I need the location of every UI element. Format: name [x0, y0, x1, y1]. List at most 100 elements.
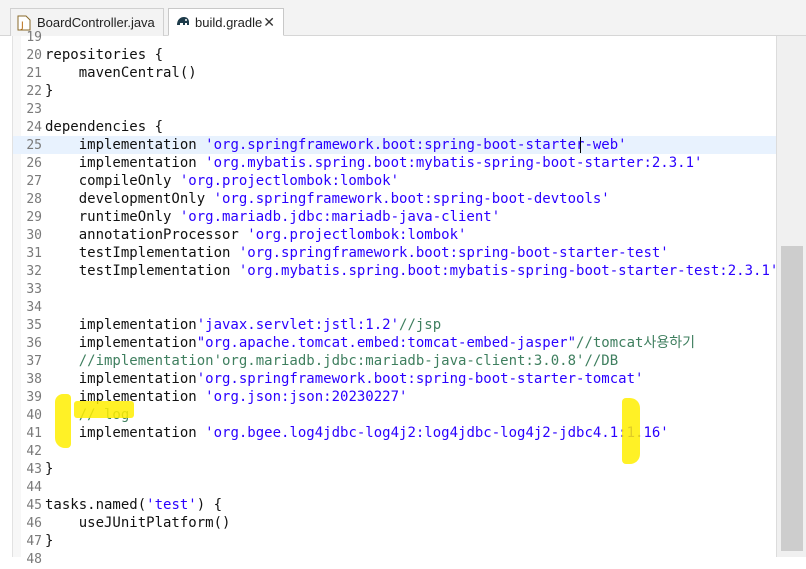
highlighter-mark-bracket-right — [622, 398, 640, 464]
string-literal: 'org.springframework.boot:spring-boot-st… — [205, 137, 627, 153]
code-line[interactable]: 22} — [13, 82, 777, 100]
code-line[interactable]: 21 mavenCentral() — [13, 64, 777, 82]
code-token: ) { — [196, 497, 223, 513]
code-line[interactable]: 33 — [13, 280, 777, 298]
code-editor[interactable]: 19 20 repositories {21 mavenCentral() 22} 23… — [12, 30, 778, 567]
code-line[interactable]: 38 implementation'org.springframework.bo… — [13, 370, 777, 388]
line-number: 32 — [26, 264, 42, 279]
string-literal: 'javax.servlet:jstl:1.2' — [196, 317, 400, 333]
code-line[interactable]: 36 implementation"org.apache.tomcat.embe… — [13, 334, 777, 352]
comment-text: //tomcat사용하기 — [576, 335, 695, 351]
string-literal: 'org.mybatis.spring.boot:mybatis-spring-… — [205, 155, 703, 171]
code-line[interactable]: 24 dependencies { — [13, 118, 777, 136]
code-text: annotationProcessor 'org.projectlombok:l… — [45, 226, 467, 244]
comment-text: //jsp — [399, 317, 442, 333]
vertical-scrollbar[interactable] — [776, 36, 806, 557]
code-text: compileOnly 'org.projectlombok:lombok' — [45, 172, 399, 190]
string-literal: 'org.mariadb.jdbc:mariadb-java-client' — [179, 209, 501, 225]
code-line[interactable]: 28 developmentOnly 'org.springframework.… — [13, 190, 777, 208]
code-token: runtimeOnly — [45, 209, 180, 225]
line-number: 41 — [26, 426, 42, 441]
code-line[interactable]: 44 — [13, 478, 777, 496]
line-number: 29 — [26, 210, 42, 225]
code-line[interactable]: 20 repositories { — [13, 46, 777, 64]
code-token: repositories { — [45, 47, 164, 63]
code-text: implementation'org.springframework.boot:… — [45, 370, 644, 388]
code-text: implementation 'org.springframework.boot… — [45, 136, 627, 154]
code-text: } — [45, 82, 53, 100]
line-number: 24 — [26, 120, 42, 135]
text-caret — [580, 137, 581, 153]
code-token: compileOnly — [45, 173, 180, 189]
string-literal: "org.apache.tomcat.embed:tomcat-embed-ja… — [196, 335, 577, 351]
code-token: implementation — [45, 371, 197, 387]
code-line[interactable]: 35 implementation'javax.servlet:jstl:1.2… — [13, 316, 777, 334]
code-line[interactable]: 19 — [13, 28, 777, 46]
code-line[interactable]: 27 compileOnly 'org.projectlombok:lombok… — [13, 172, 777, 190]
code-line[interactable]: 32 testImplementation 'org.mybatis.sprin… — [13, 262, 779, 280]
code-line[interactable]: 37 //implementation'org.mariadb.jdbc:mar… — [13, 352, 777, 370]
code-token: } — [45, 533, 54, 549]
code-line[interactable]: 41 implementation 'org.bgee.log4jdbc-log… — [13, 424, 777, 442]
code-text: useJUnitPlatform() — [45, 514, 231, 532]
code-text: developmentOnly 'org.springframework.boo… — [45, 190, 610, 208]
code-line[interactable]: 31 testImplementation 'org.springframewo… — [13, 244, 777, 262]
code-line[interactable]: 42 — [13, 442, 777, 460]
code-token: implementation — [45, 155, 206, 171]
string-literal: 'org.springframework.boot:spring-boot-st… — [196, 371, 644, 387]
line-number: 28 — [26, 192, 42, 207]
line-number: 39 — [26, 390, 42, 405]
code-line[interactable]: 30 annotationProcessor 'org.projectlombo… — [13, 226, 777, 244]
line-number: 45 — [26, 498, 42, 513]
line-number: 31 — [26, 246, 42, 261]
line-number: 19 — [26, 30, 42, 45]
code-token: dependencies { — [45, 119, 164, 135]
code-token: testImplementation — [45, 245, 239, 261]
line-number: 46 — [26, 516, 42, 531]
code-line[interactable]: 29 runtimeOnly 'org.mariadb.jdbc:mariadb… — [13, 208, 777, 226]
code-token: implementation — [45, 317, 197, 333]
code-text: //implementation'org.mariadb.jdbc:mariad… — [45, 352, 618, 370]
string-literal: 'org.mybatis.spring.boot:mybatis-spring-… — [238, 263, 779, 279]
scrollbar-thumb[interactable] — [781, 246, 803, 551]
code-line[interactable]: 46 useJUnitPlatform() — [13, 514, 777, 532]
line-number: 36 — [26, 336, 42, 351]
code-token: useJUnitPlatform() — [45, 515, 231, 531]
string-literal: 'org.projectlombok:lombok' — [179, 173, 400, 189]
code-text: implementation'javax.servlet:jstl:1.2'//… — [45, 316, 441, 334]
line-number: 40 — [26, 408, 42, 423]
code-text: implementation"org.apache.tomcat.embed:t… — [45, 334, 695, 352]
code-token: developmentOnly — [45, 191, 214, 207]
line-number: 43 — [26, 462, 42, 477]
line-number: 38 — [26, 372, 42, 387]
line-number: 34 — [26, 300, 42, 315]
code-line[interactable]: 47} — [13, 532, 777, 550]
code-line[interactable]: 23 — [13, 100, 777, 118]
line-number: 37 — [26, 354, 42, 369]
code-line[interactable]: 34 — [13, 298, 777, 316]
line-number: 33 — [26, 282, 42, 297]
code-text: runtimeOnly 'org.mariadb.jdbc:mariadb-ja… — [45, 208, 500, 226]
code-line[interactable]: 26 implementation 'org.mybatis.spring.bo… — [13, 154, 777, 172]
code-token: } — [45, 461, 54, 477]
string-literal: 'org.projectlombok:lombok' — [247, 227, 467, 243]
code-line[interactable]: 48 — [13, 550, 777, 568]
code-line[interactable]: 25 implementation 'org.springframework.b… — [13, 136, 777, 154]
string-literal: 'org.json:json:20230227' — [205, 389, 408, 405]
code-text: } — [45, 532, 53, 550]
line-number: 47 — [26, 534, 42, 549]
code-line[interactable]: 43} — [13, 460, 777, 478]
line-number: 25 — [26, 138, 42, 153]
line-number: 48 — [26, 552, 42, 567]
code-text: mavenCentral() — [45, 64, 197, 82]
code-token: tasks.named( — [45, 497, 147, 513]
code-lines: 19 20 repositories {21 mavenCentral() 22} 23… — [13, 28, 779, 568]
code-token: } — [45, 83, 54, 99]
line-number: 23 — [26, 102, 42, 117]
highlighter-mark-log-comment — [74, 401, 134, 418]
line-number: 22 — [26, 84, 42, 99]
code-text: repositories { — [45, 46, 163, 64]
string-literal: 'org.springframework.boot:spring-boot-st… — [238, 245, 669, 261]
code-text: testImplementation 'org.springframework.… — [45, 244, 669, 262]
code-line[interactable]: 45 tasks.named('test') { — [13, 496, 777, 514]
